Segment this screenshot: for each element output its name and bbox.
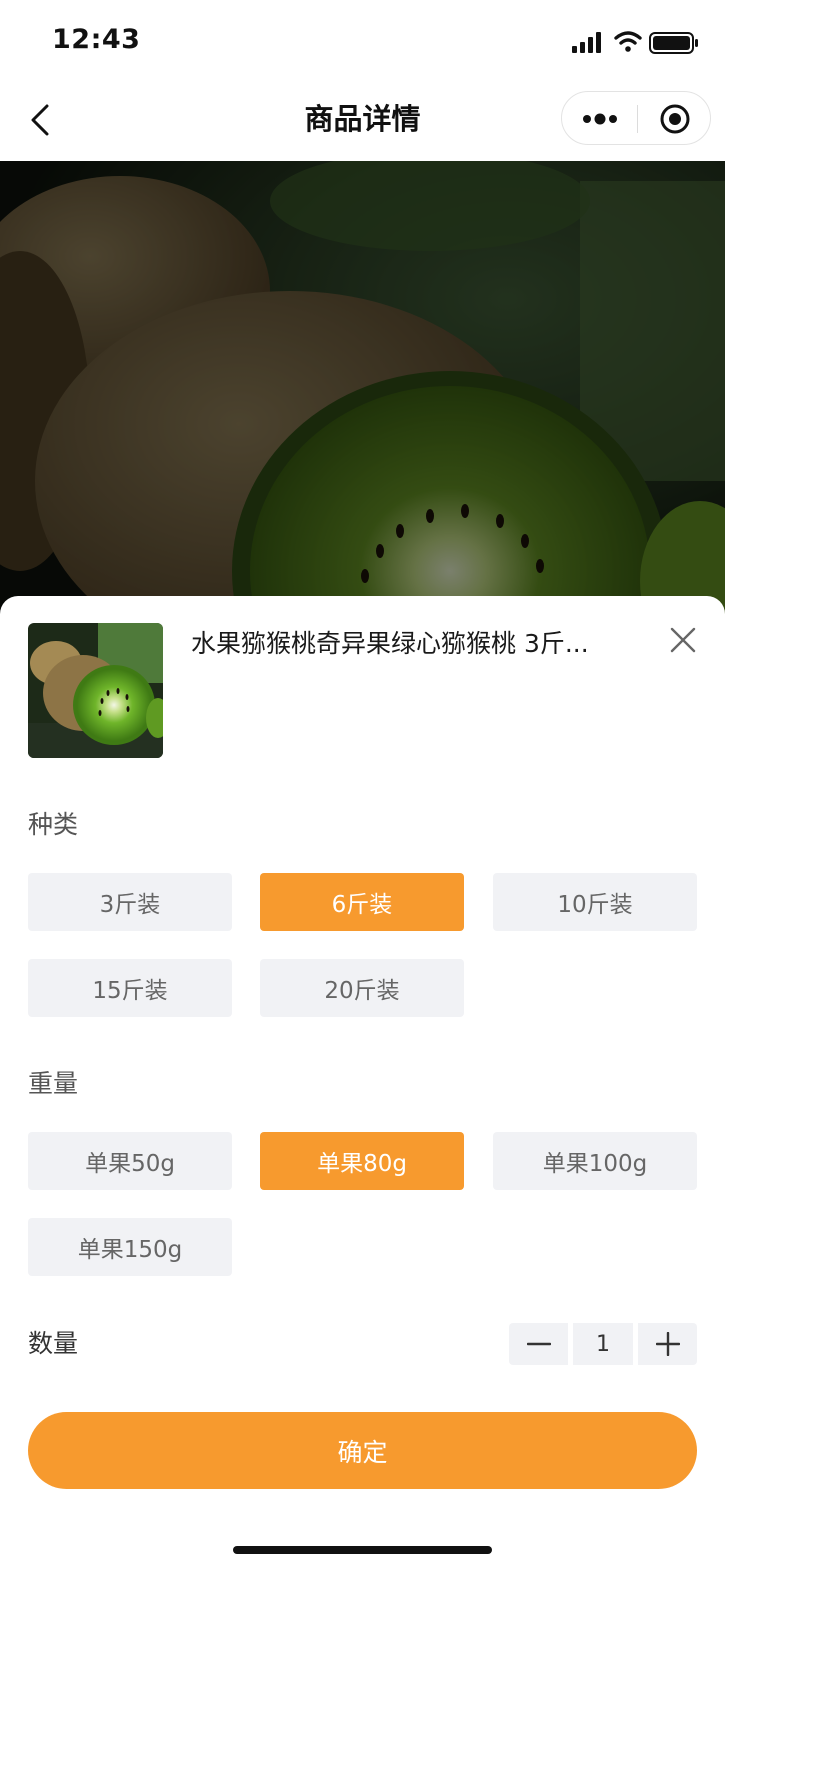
quantity-stepper: 1	[509, 1323, 697, 1365]
close-icon	[670, 627, 696, 653]
product-thumbnail	[28, 623, 163, 758]
wifi-icon	[614, 31, 642, 52]
exit-mini-program-button[interactable]	[638, 92, 711, 146]
home-indicator	[233, 1546, 492, 1554]
more-button[interactable]	[562, 92, 637, 146]
kiwi-fruit-photo	[0, 161, 725, 621]
back-button[interactable]	[20, 98, 60, 142]
weight-option-100g[interactable]: 单果100g	[493, 1132, 697, 1190]
target-close-icon	[660, 104, 689, 134]
category-option-15jin[interactable]: 15斤装	[28, 959, 232, 1017]
minus-icon	[526, 1342, 551, 1346]
quantity-label: 数量	[28, 1329, 79, 1358]
more-dots-icon	[582, 113, 617, 125]
weight-option-80g[interactable]: 单果80g	[260, 1132, 464, 1190]
battery-icon	[649, 32, 698, 54]
quantity-decrease-button[interactable]	[509, 1323, 568, 1365]
mini-program-capsule	[561, 91, 711, 145]
confirm-button[interactable]: 确定	[28, 1412, 697, 1489]
quantity-value[interactable]: 1	[573, 1323, 633, 1365]
category-label: 种类	[28, 810, 79, 839]
status-time: 12:43	[52, 24, 141, 55]
status-bar: 12:43	[0, 0, 725, 84]
category-option-6jin[interactable]: 6斤装	[260, 873, 464, 931]
category-option-3jin[interactable]: 3斤装	[28, 873, 232, 931]
kiwi-thumbnail-photo	[28, 623, 163, 758]
weight-option-50g[interactable]: 单果50g	[28, 1132, 232, 1190]
spec-selection-sheet: 水果猕猴桃奇异果绿心猕猴桃 3斤... 种类 3斤装 6斤装 10斤装 15斤装…	[0, 596, 725, 1568]
plus-icon	[655, 1332, 680, 1356]
product-detail-screen: 12:43 商品详情 水果猕猴桃奇异果绿心猕猴桃 3斤... 种类 3斤装 6斤…	[0, 0, 725, 1568]
navigation-bar: 商品详情	[0, 84, 725, 162]
category-option-10jin[interactable]: 10斤装	[493, 873, 697, 931]
weight-option-150g[interactable]: 单果150g	[28, 1218, 232, 1276]
category-option-20jin[interactable]: 20斤装	[260, 959, 464, 1017]
weight-label: 重量	[28, 1069, 79, 1098]
signal-icon	[572, 32, 601, 53]
quantity-increase-button[interactable]	[638, 1323, 697, 1365]
close-sheet-button[interactable]	[664, 621, 702, 659]
product-title: 水果猕猴桃奇异果绿心猕猴桃 3斤...	[191, 629, 589, 658]
product-hero-image	[0, 161, 725, 621]
chevron-left-icon	[31, 104, 49, 136]
